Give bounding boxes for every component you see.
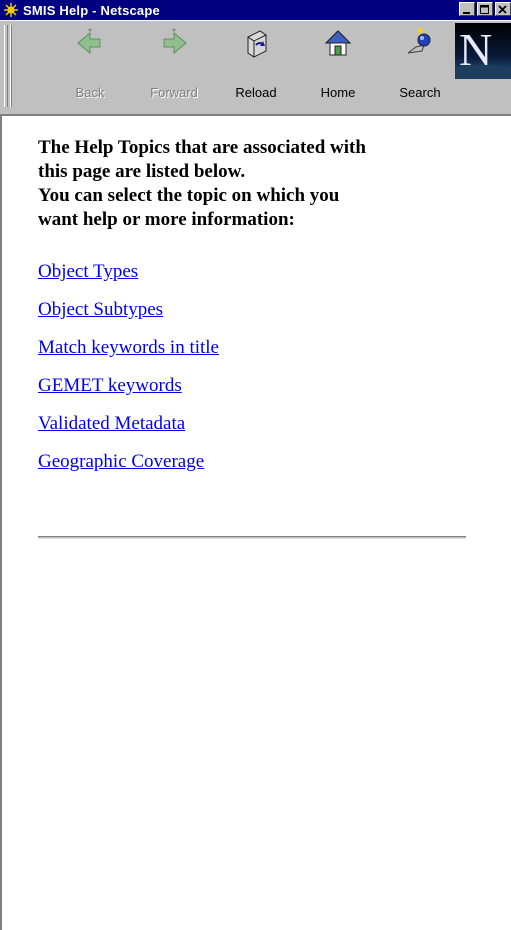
forward-arrow-icon xyxy=(158,27,190,59)
horizontal-rule xyxy=(38,536,466,539)
reload-button[interactable]: Reload xyxy=(226,25,286,109)
back-label: Back xyxy=(75,85,105,100)
intro-line: You can select the topic on which you xyxy=(38,185,340,206)
intro-text: The Help Topics that are associated with… xyxy=(38,136,478,232)
help-topic-links: Object Types Object Subtypes Match keywo… xyxy=(38,262,219,490)
back-arrow-icon xyxy=(74,27,106,59)
back-button[interactable]: Back xyxy=(60,25,120,109)
toolbar-grip-handle[interactable] xyxy=(4,25,12,107)
reload-label: Reload xyxy=(235,85,277,100)
intro-line: this page are listed below. xyxy=(38,161,246,182)
forward-button[interactable]: Forward xyxy=(144,25,204,109)
home-icon xyxy=(322,27,354,59)
link-object-subtypes[interactable]: Object Subtypes xyxy=(38,300,219,338)
search-label: Search xyxy=(399,85,441,100)
reload-icon xyxy=(240,27,272,59)
brand-letter: N xyxy=(459,24,493,75)
intro-line: want help or more information: xyxy=(38,209,295,230)
home-label: Home xyxy=(320,85,356,100)
navigation-toolbar: Back Forward Reload Home Search N xyxy=(0,20,511,114)
forward-label: Forward xyxy=(150,85,198,100)
title-bar[interactable]: SMIS Help - Netscape xyxy=(0,0,511,20)
link-object-types[interactable]: Object Types xyxy=(38,262,219,300)
window-title: SMIS Help - Netscape xyxy=(23,2,160,18)
link-match-keywords-in-title[interactable]: Match keywords in title xyxy=(38,338,219,376)
page-content: The Help Topics that are associated with… xyxy=(0,114,511,930)
search-icon xyxy=(404,27,436,59)
link-geographic-coverage[interactable]: Geographic Coverage xyxy=(38,452,219,490)
intro-line: The Help Topics that are associated with xyxy=(38,137,366,158)
link-gemet-keywords[interactable]: GEMET keywords xyxy=(38,376,219,414)
close-button[interactable] xyxy=(495,2,511,16)
minimize-button[interactable] xyxy=(459,2,475,16)
search-button[interactable]: Search xyxy=(390,25,450,109)
netscape-app-icon[interactable] xyxy=(3,2,19,18)
link-validated-metadata[interactable]: Validated Metadata xyxy=(38,414,219,452)
maximize-button[interactable] xyxy=(477,2,493,16)
netscape-throbber-logo[interactable]: N xyxy=(455,23,511,79)
browser-window: SMIS Help - Netscape Back Forward Reload… xyxy=(0,0,511,930)
home-button[interactable]: Home xyxy=(308,25,368,109)
